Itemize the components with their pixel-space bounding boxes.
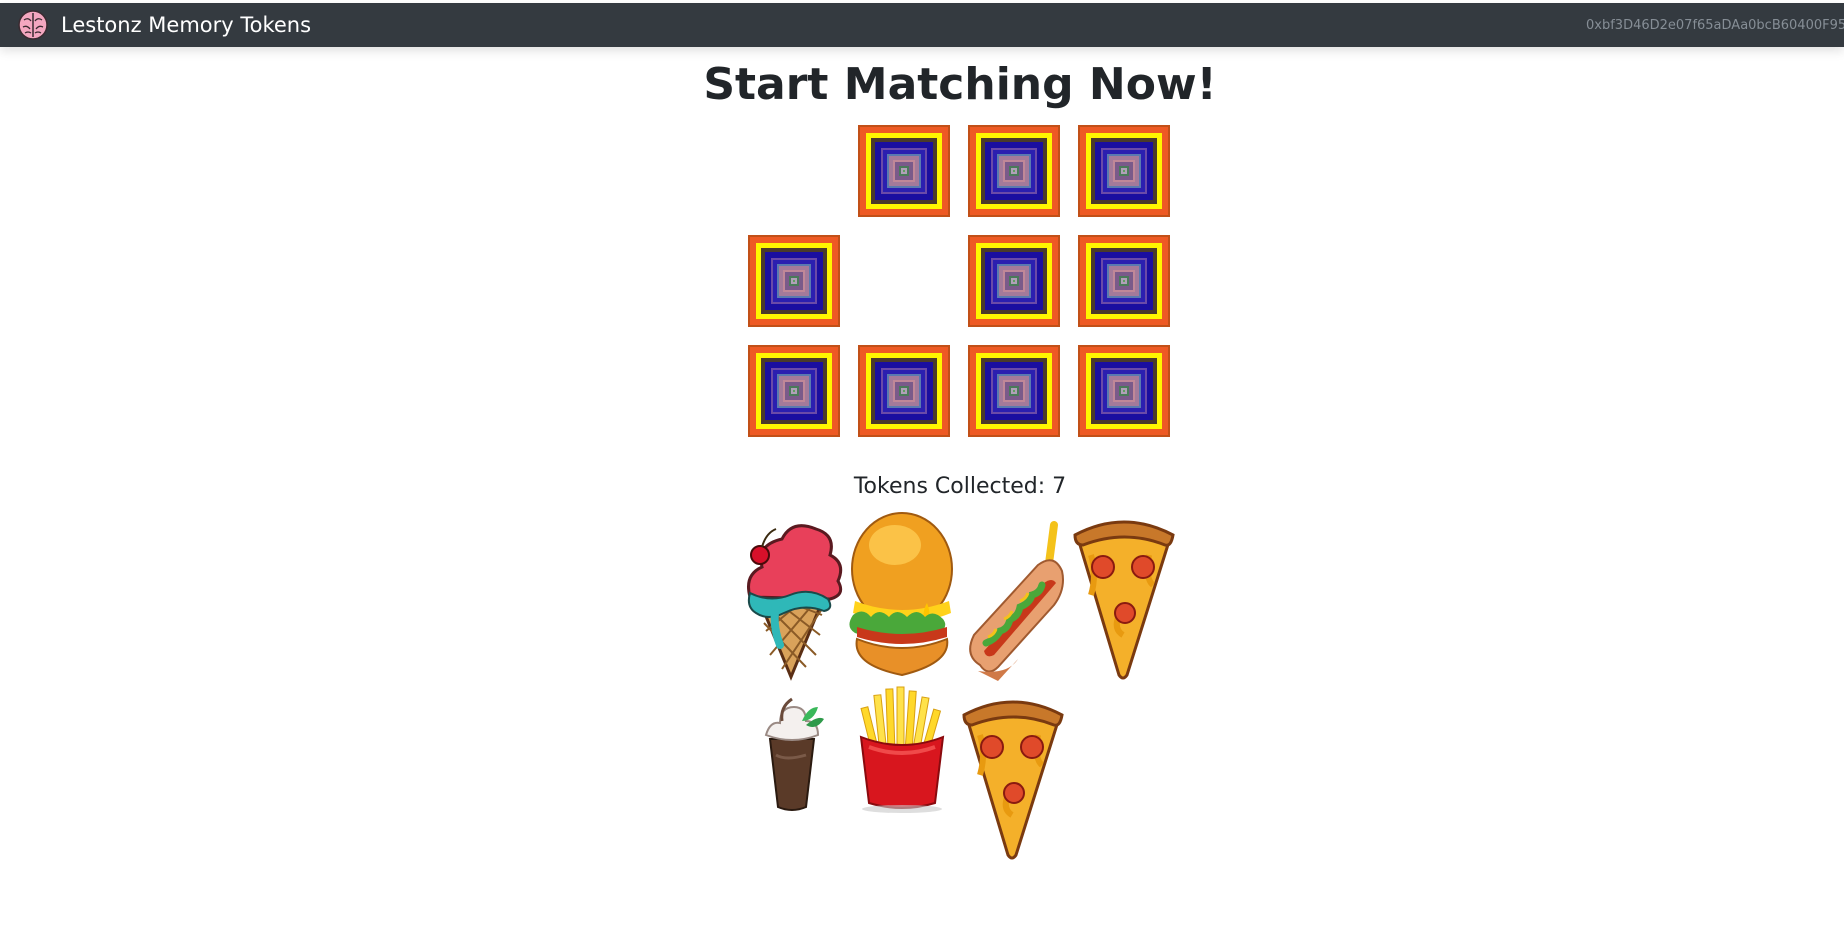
collected-token [847,685,957,815]
pizza-slice-icon [962,700,1064,860]
collected-token [958,505,1068,685]
top-navbar: Lestonz Memory Tokens 0xbf3D46D2e07f65aD… [0,3,1844,47]
burger-icon [849,512,953,677]
french-fries-icon [859,686,945,813]
collected-token [1069,505,1179,685]
page-title: Start Matching Now! [703,59,1217,110]
tokens-collected-label: Tokens Collected: 7 [853,474,1067,499]
memory-card[interactable] [1078,345,1170,437]
app-title: Lestonz Memory Tokens [61,13,312,37]
memory-card[interactable] [968,345,1060,437]
wallet-address: 0xbf3D46D2e07f65aDAa0bcB60400F951D [1586,18,1844,33]
memory-card-grid [748,125,1173,441]
memory-card[interactable] [968,235,1060,327]
hotdog-icon [969,521,1064,681]
collected-token [736,505,846,685]
ice-cream-cone-icon [747,524,843,681]
memory-card[interactable] [1078,125,1170,217]
milkshake-icon [764,697,824,811]
brain-icon [18,10,48,40]
collected-token [958,685,1068,865]
memory-card[interactable] [858,125,950,217]
matched-card-slot [748,125,840,217]
memory-card[interactable] [858,345,950,437]
memory-card[interactable] [968,125,1060,217]
memory-card[interactable] [748,345,840,437]
collected-tokens [736,505,1180,860]
brand-link[interactable]: Lestonz Memory Tokens [18,9,311,41]
pizza-slice-icon [1073,520,1175,680]
memory-card[interactable] [1078,235,1170,327]
matched-card-slot [858,235,950,327]
collected-token [847,505,957,685]
collected-token [736,685,846,815]
memory-card[interactable] [748,235,840,327]
